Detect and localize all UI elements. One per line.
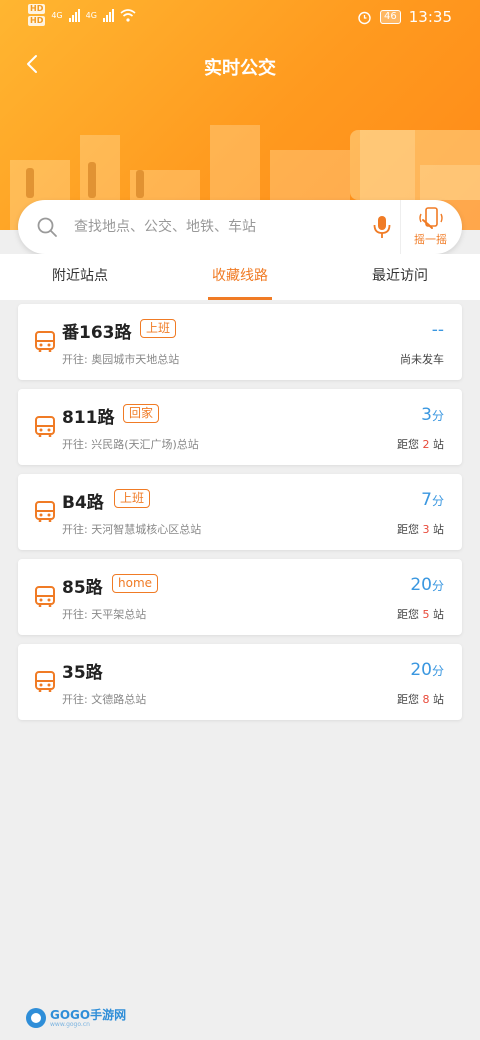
route-tag: 上班 xyxy=(114,489,151,508)
clock: 13:35 xyxy=(408,8,452,26)
route-eta: -- xyxy=(431,320,444,340)
person-illustration xyxy=(88,162,96,198)
search-bar: 摇一摇 xyxy=(18,200,462,254)
route-eta: 3分 xyxy=(421,405,444,425)
wifi-icon xyxy=(120,8,136,22)
network-type: 4G xyxy=(51,10,63,20)
route-tag: 上班 xyxy=(140,319,177,338)
route-tag: home xyxy=(112,574,159,593)
header-banner: HD HD 4G 4G 46 13:35 实时公交 xyxy=(0,0,480,230)
route-destination: 开往: 天河智慧城核心区总站 xyxy=(62,523,202,536)
route-card[interactable]: B4路 上班 开往: 天河智慧城核心区总站 7分 距您 3 站 xyxy=(18,474,462,550)
route-name: 85路 xyxy=(62,578,103,598)
person-illustration xyxy=(26,168,34,198)
route-tag: 回家 xyxy=(123,404,160,423)
bus-icon xyxy=(35,586,55,607)
route-name: 35路 xyxy=(62,663,103,683)
alarm-icon xyxy=(358,11,371,24)
status-bar: HD HD 4G 4G 46 13:35 xyxy=(0,0,480,34)
shake-phone-icon xyxy=(418,207,443,229)
person-illustration xyxy=(136,170,144,198)
hd-icon: HD HD xyxy=(28,4,46,26)
search-input[interactable] xyxy=(74,212,364,242)
bus-icon xyxy=(35,671,55,692)
signal-icon xyxy=(102,8,114,22)
route-name: 811路 xyxy=(62,408,115,428)
bus-icon xyxy=(35,331,55,352)
route-destination: 开往: 天平架总站 xyxy=(62,608,147,621)
microphone-icon[interactable] xyxy=(370,214,394,240)
tab-nearby-stations[interactable]: 附近站点 xyxy=(0,254,160,300)
battery-icon: 46 xyxy=(380,10,401,24)
route-card[interactable]: 85路 home 开往: 天平架总站 20分 距您 5 站 xyxy=(18,559,462,635)
route-eta: 20分 xyxy=(410,660,444,680)
shake-label: 摇一摇 xyxy=(414,233,447,246)
route-distance: 距您 8 站 xyxy=(397,693,444,706)
page-title: 实时公交 xyxy=(204,58,276,79)
watermark-sub: www.gogo.cn xyxy=(50,1020,90,1028)
watermark-logo-icon xyxy=(26,1008,46,1028)
signal-icon xyxy=(68,8,80,22)
watermark: GOGO手游网 www.gogo.cn xyxy=(26,1008,126,1028)
route-distance: 距您 2 站 xyxy=(397,438,444,451)
route-destination: 开往: 文德路总站 xyxy=(62,693,147,706)
route-name: 番163路 xyxy=(62,323,132,343)
network-type: 4G xyxy=(85,10,97,20)
route-destination: 开往: 奥园城市天地总站 xyxy=(62,353,180,366)
shake-button[interactable]: 摇一摇 xyxy=(400,200,460,254)
route-card[interactable]: 番163路 上班 开往: 奥园城市天地总站 -- 尚未发车 xyxy=(18,304,462,380)
watermark-text: GOGO手游网 xyxy=(50,1007,127,1022)
route-card[interactable]: 35路 开往: 文德路总站 20分 距您 8 站 xyxy=(18,644,462,720)
bus-icon xyxy=(35,501,55,522)
route-distance: 距您 5 站 xyxy=(397,608,444,621)
tab-recent-visits[interactable]: 最近访问 xyxy=(320,254,480,300)
route-eta: 7分 xyxy=(421,490,444,510)
bus-icon xyxy=(35,416,55,437)
tab-indicator xyxy=(208,297,272,300)
route-status: 尚未发车 xyxy=(400,353,444,366)
search-icon xyxy=(37,217,57,237)
route-name: B4路 xyxy=(62,493,104,513)
route-card[interactable]: 811路 回家 开往: 兴民路(天汇广场)总站 3分 距您 2 站 xyxy=(18,389,462,465)
route-destination: 开往: 兴民路(天汇广场)总站 xyxy=(62,438,199,451)
route-eta: 20分 xyxy=(410,575,444,595)
favorite-routes-list: 番163路 上班 开往: 奥园城市天地总站 -- 尚未发车 811路 回家 开往… xyxy=(18,304,462,729)
tab-bar: 附近站点 收藏线路 最近访问 xyxy=(0,254,480,300)
bus-illustration xyxy=(350,130,480,200)
tab-favorite-routes[interactable]: 收藏线路 xyxy=(160,254,320,300)
route-distance: 距您 3 站 xyxy=(397,523,444,536)
